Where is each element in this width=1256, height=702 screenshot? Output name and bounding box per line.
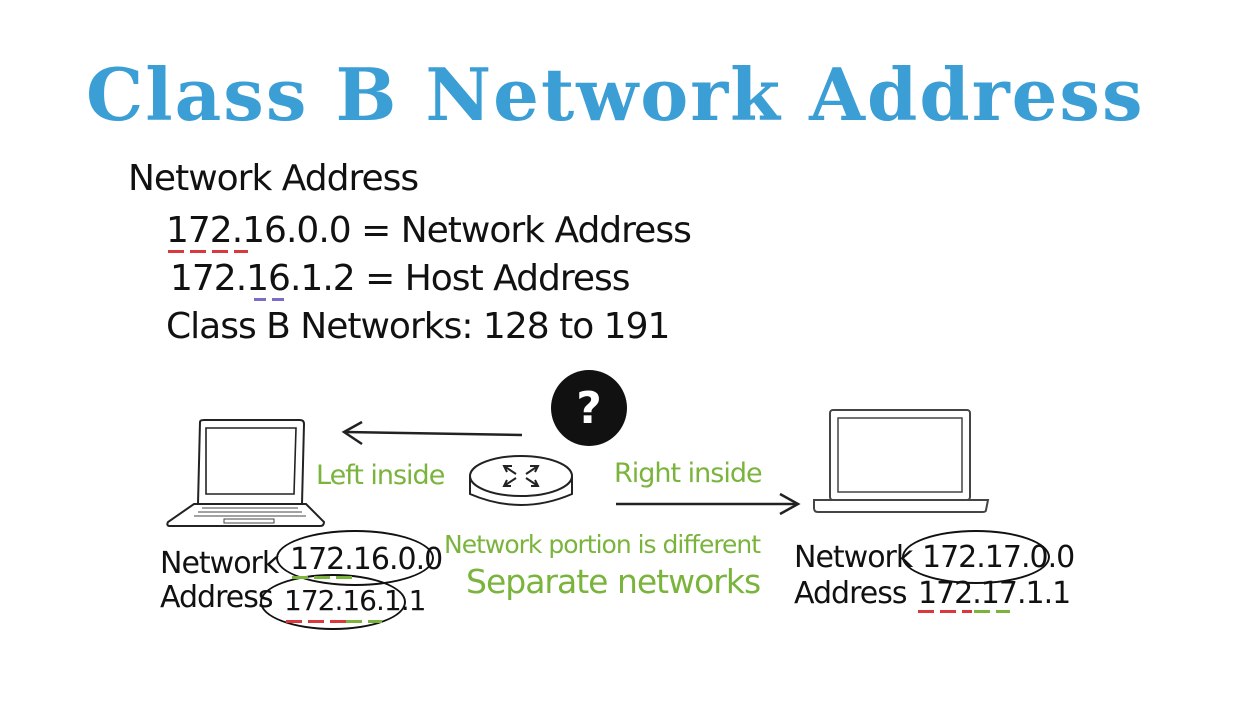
question-icon: ? [551,370,627,446]
network-address-example: 172.16.0.0 = Network Address [166,210,692,251]
section-heading: Network Address [128,158,419,199]
host-address-example: 172.16.1.2 = Host Address [170,258,630,299]
conclusion-label: Separate networks [466,562,761,601]
left-address-label: Address [160,580,273,615]
page-title: Class B Network Address [86,52,1145,137]
right-inside-label: Right inside [614,458,763,489]
left-host-host-underline [346,620,382,623]
right-host-address: 172.17.1.1 [918,576,1071,611]
laptop-icon [166,419,326,527]
left-network-address: 172.16.0.0 [290,542,443,577]
right-network-address: 172.17.0.0 [922,540,1075,575]
laptop-icon [813,409,990,513]
left-host-network-underline [286,620,346,623]
router-icon [469,455,573,506]
arrow-right-icon [616,492,801,516]
left-network-label: Network [160,546,279,581]
left-host-address: 172.16.1.1 [284,584,426,617]
network-portion-underline [168,250,248,253]
right-host-network-underline [918,610,972,613]
right-address-label: Address [794,576,907,611]
left-network-underline [292,576,354,579]
host-portion-underline [254,298,290,301]
left-inside-label: Left inside [316,460,445,491]
class-b-range: Class B Networks: 128 to 191 [166,306,670,347]
right-host-host-underline [974,610,1010,613]
difference-note: Network portion is different [444,530,761,559]
arrow-left-icon [341,420,523,446]
right-network-label: Network [794,540,913,575]
